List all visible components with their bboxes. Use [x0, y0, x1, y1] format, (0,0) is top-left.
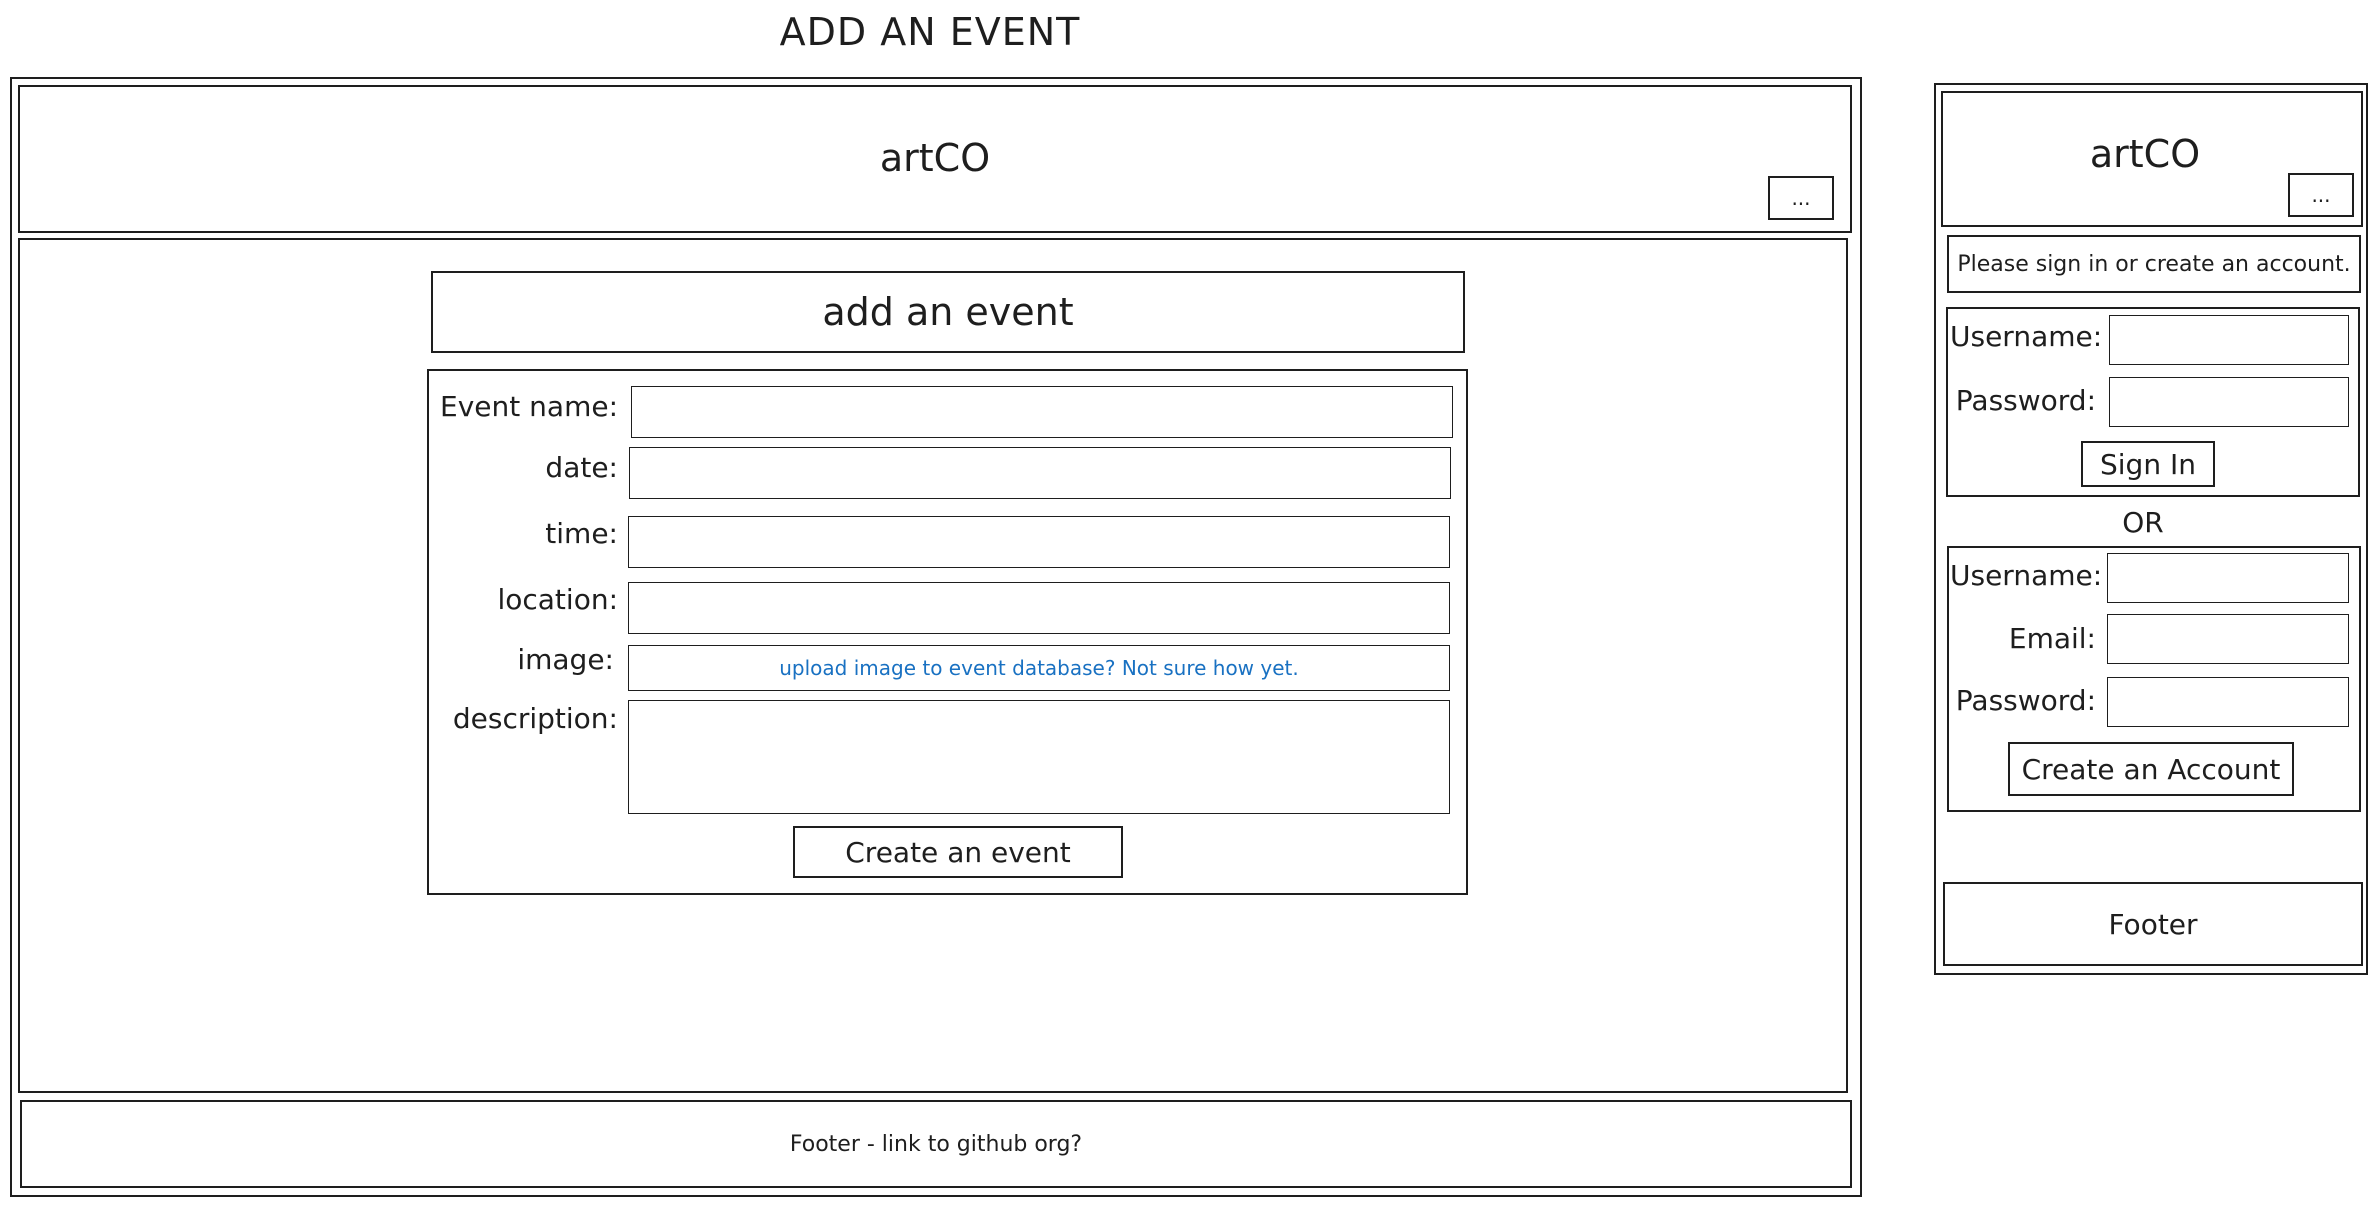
create-event-button[interactable]: Create an event — [793, 826, 1123, 878]
time-input[interactable] — [628, 516, 1450, 568]
signin-notice: Please sign in or create an account. — [1947, 235, 2361, 293]
desktop-menu-button[interactable]: ... — [1768, 176, 1834, 220]
date-label: date: — [545, 451, 618, 484]
event-name-input[interactable] — [631, 386, 1453, 438]
location-label: location: — [497, 583, 618, 616]
image-upload-field[interactable]: upload image to event database? Not sure… — [628, 645, 1450, 691]
desktop-brand[interactable]: artCO — [780, 125, 1090, 191]
desktop-footer: Footer - link to github org? — [20, 1100, 1852, 1188]
signin-password-label: Password: — [1955, 384, 2096, 417]
image-upload-note: upload image to event database? Not sure… — [779, 656, 1299, 680]
create-account-button[interactable]: Create an Account — [2008, 742, 2294, 796]
signup-email-label: Email: — [2008, 622, 2096, 655]
page-title: ADD AN EVENT — [779, 10, 1081, 54]
signin-username-label: Username: — [1950, 320, 2103, 353]
signin-username-input[interactable] — [2109, 315, 2349, 365]
mobile-footer: Footer — [1943, 882, 2363, 966]
or-divider: OR — [2122, 505, 2164, 539]
signup-email-input[interactable] — [2107, 614, 2349, 664]
sign-in-button[interactable]: Sign In — [2081, 441, 2215, 487]
mobile-brand[interactable]: artCO — [2060, 124, 2230, 184]
description-input[interactable] — [628, 700, 1450, 814]
desktop-footer-text[interactable]: Footer - link to github org? — [790, 1132, 1082, 1157]
signin-password-input[interactable] — [2109, 377, 2349, 427]
image-label: image: — [517, 643, 614, 676]
add-event-heading: add an event — [431, 271, 1465, 353]
signup-password-input[interactable] — [2107, 677, 2349, 727]
description-label: description: — [452, 702, 618, 735]
event-name-label: Event name: — [440, 390, 618, 423]
signup-password-label: Password: — [1955, 684, 2096, 717]
signup-username-label: Username: — [1950, 559, 2103, 592]
mobile-footer-text: Footer — [2108, 907, 2198, 941]
date-input[interactable] — [629, 447, 1451, 499]
time-label: time: — [545, 517, 618, 550]
signup-username-input[interactable] — [2107, 553, 2349, 603]
mobile-menu-button[interactable]: ... — [2288, 173, 2354, 217]
location-input[interactable] — [628, 582, 1450, 634]
